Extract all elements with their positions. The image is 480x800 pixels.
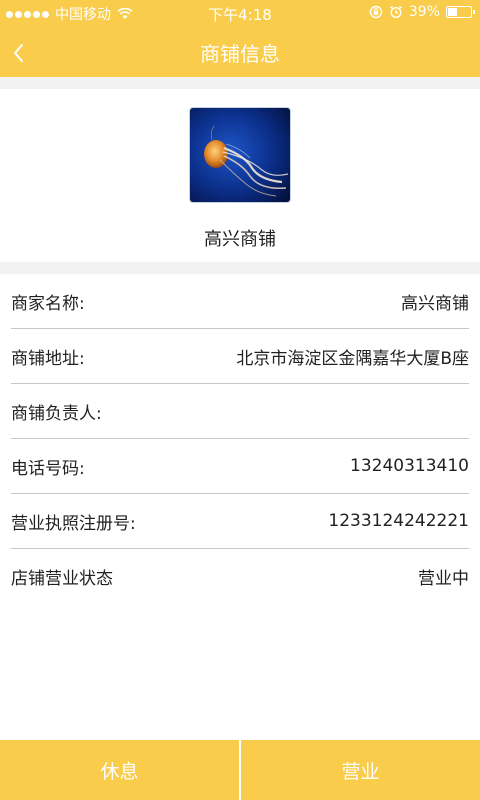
shop-address-row: 商铺地址: 北京市海淀区金隅嘉华大厦B座 <box>11 329 469 384</box>
app-header: 中国移动 下午4:18 39% 商铺信息 <box>0 0 480 77</box>
footer-actions: 休息 营业 <box>0 740 480 800</box>
business-status-row: 店铺营业状态 营业中 <box>11 549 469 604</box>
shop-avatar[interactable] <box>189 107 291 203</box>
section-divider <box>0 262 480 274</box>
row-value: 13240313410 <box>350 456 469 476</box>
battery-level <box>448 8 458 16</box>
row-label: 商铺负责人: <box>11 403 102 424</box>
shop-info-list: 商家名称: 高兴商铺 商铺地址: 北京市海淀区金隅嘉华大厦B座 商铺负责人: 电… <box>0 274 480 604</box>
row-value: 高兴商铺 <box>401 293 469 314</box>
row-label: 商铺地址: <box>11 348 85 369</box>
battery-percent: 39% <box>408 4 440 20</box>
status-bar: 中国移动 下午4:18 39% <box>0 0 480 26</box>
phone-number-row: 电话号码: 13240313410 <box>11 439 469 494</box>
status-right: 39% <box>369 4 475 20</box>
rotation-lock-icon <box>369 5 383 19</box>
battery-icon <box>446 6 475 18</box>
row-value: 营业中 <box>418 569 469 589</box>
page-title: 商铺信息 <box>200 42 280 66</box>
open-business-button[interactable]: 营业 <box>241 740 480 800</box>
jellyfish-image <box>190 108 290 202</box>
section-divider <box>0 77 480 89</box>
row-value: 北京市海淀区金隅嘉华大厦B座 <box>236 348 469 369</box>
row-value: 1233124242221 <box>328 511 469 531</box>
shop-name-title: 高兴商铺 <box>204 229 276 250</box>
shop-profile: 高兴商铺 <box>0 89 480 262</box>
row-label: 店铺营业状态 <box>11 569 113 589</box>
merchant-name-row: 商家名称: 高兴商铺 <box>11 274 469 329</box>
license-number-row: 营业执照注册号: 1233124242221 <box>11 494 469 549</box>
row-label: 营业执照注册号: <box>11 513 136 534</box>
row-label: 电话号码: <box>11 458 85 479</box>
shop-manager-row: 商铺负责人: <box>11 384 469 439</box>
alarm-icon <box>389 5 402 19</box>
rest-button[interactable]: 休息 <box>0 740 239 800</box>
row-label: 商家名称: <box>11 293 85 314</box>
